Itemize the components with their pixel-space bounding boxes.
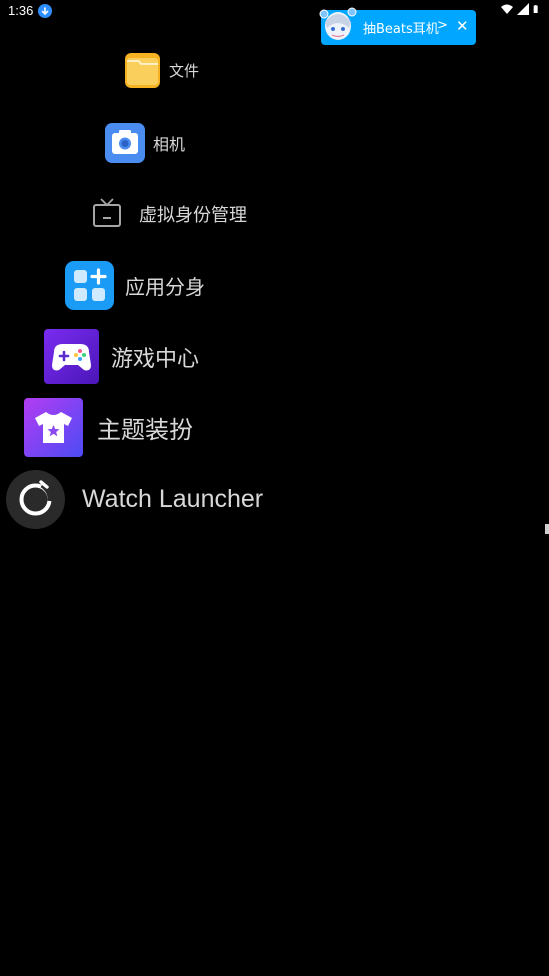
app-clone-icon [65, 261, 114, 310]
menu-item-files[interactable]: 文件 [125, 53, 199, 88]
menu-item-watch-launcher[interactable]: Watch Launcher [6, 470, 263, 529]
wifi-icon [501, 4, 513, 14]
signal-icon [517, 3, 529, 15]
menu-item-game-center[interactable]: 游戏中心 [44, 329, 199, 384]
anime-avatar-icon [319, 7, 357, 40]
status-time: 1:36 [8, 3, 34, 18]
menu-item-virtual-identity[interactable]: 虚拟身份管理 [89, 196, 247, 232]
menu-item-label: 文件 [169, 62, 200, 80]
menu-item-app-clone[interactable]: 应用分身 [65, 261, 205, 310]
battery-icon [533, 5, 538, 13]
menu-item-camera[interactable]: 相机 [105, 123, 185, 163]
camera-icon [105, 123, 145, 163]
folder-icon [125, 53, 160, 88]
scroll-indicator[interactable] [545, 524, 549, 534]
menu-item-theme[interactable]: 主题装扮 [24, 398, 193, 457]
download-icon [38, 4, 52, 18]
game-controller-icon [44, 329, 99, 384]
theme-shirt-icon [24, 398, 83, 457]
close-icon[interactable]: ✕ [456, 17, 469, 35]
tv-icon [93, 198, 121, 227]
menu-item-label: 相机 [153, 135, 186, 154]
chevron-right-icon[interactable]: > [437, 18, 448, 33]
menu-item-label: 虚拟身份管理 [139, 205, 247, 226]
ad-text[interactable]: 抽Beats耳机 [363, 18, 439, 37]
status-icons [501, 3, 541, 15]
watch-launcher-icon [6, 470, 65, 529]
menu-item-label: 游戏中心 [111, 346, 200, 372]
menu-item-label: Watch Launcher [82, 485, 264, 513]
menu-item-label: 应用分身 [125, 275, 205, 299]
menu-item-label: 主题装扮 [97, 416, 193, 444]
ad-banner[interactable]: 抽Beats耳机 > ✕ [319, 7, 476, 45]
